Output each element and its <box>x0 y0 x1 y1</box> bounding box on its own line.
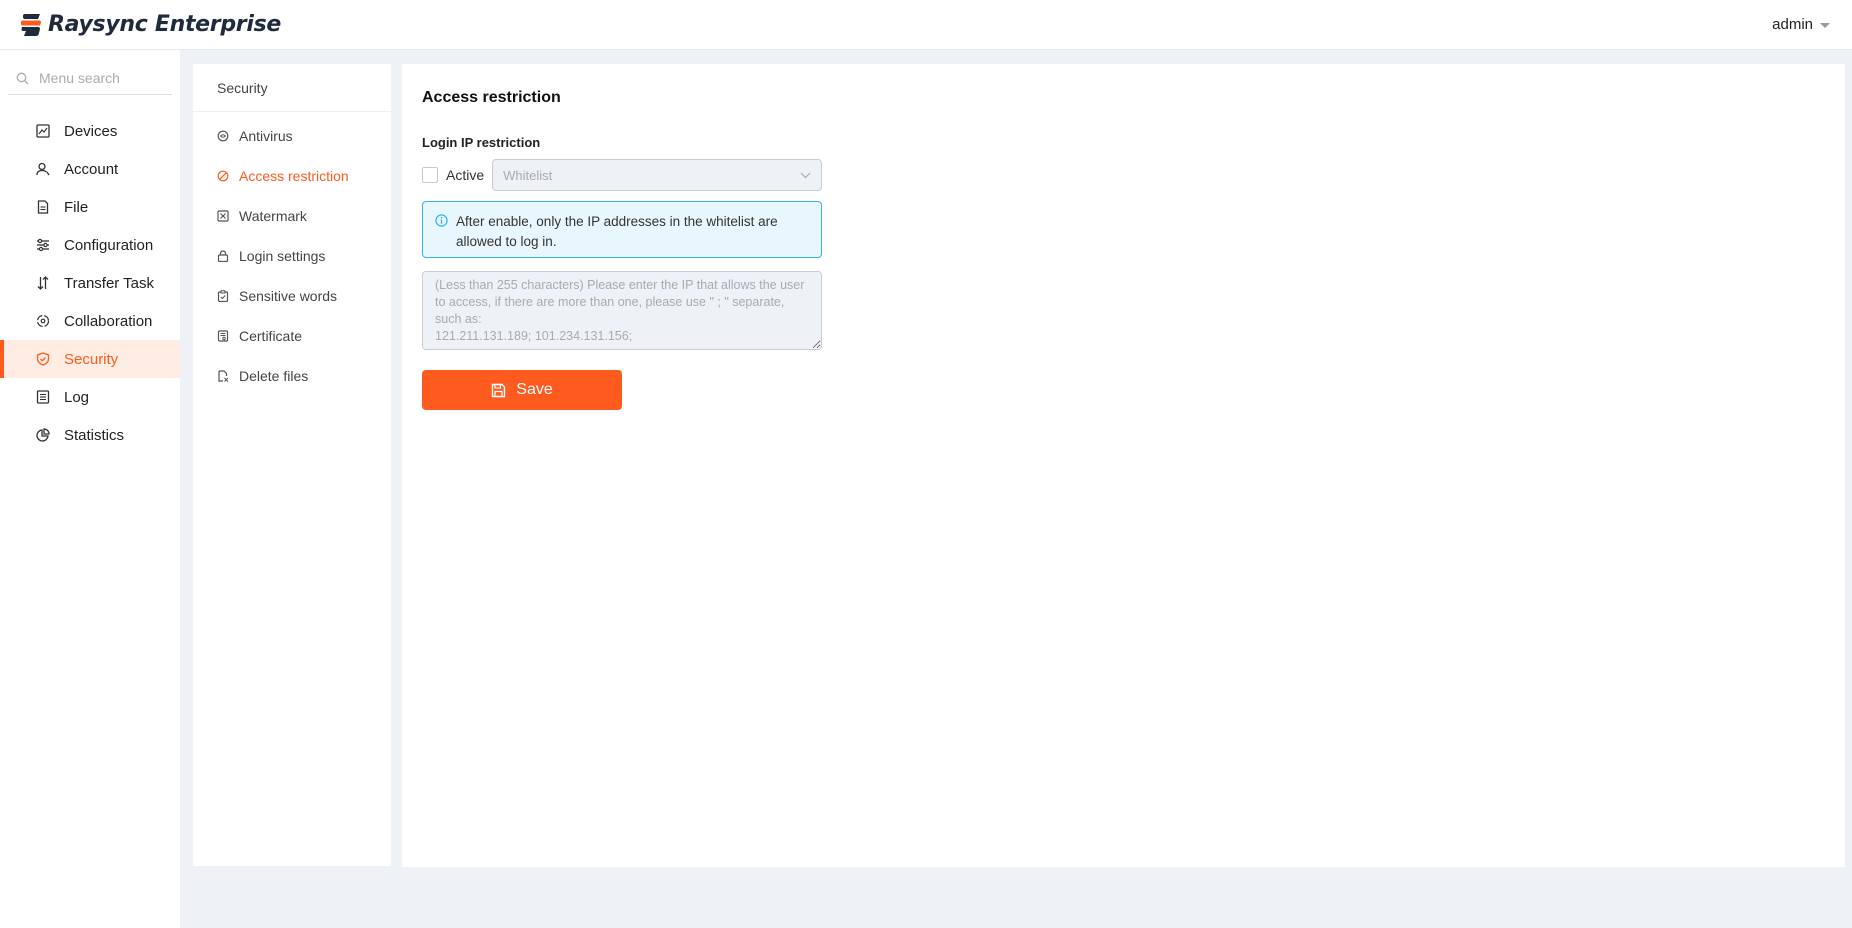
menu-search[interactable] <box>8 62 172 95</box>
main-content: Access restriction Login IP restriction … <box>402 64 1845 867</box>
sidebar-item-transfer-task[interactable]: Transfer Task <box>0 264 180 302</box>
active-row: Active Whitelist <box>422 159 823 191</box>
select-value: Whitelist <box>503 167 553 183</box>
submenu-item-label: Access restriction <box>239 168 349 184</box>
alert-text: After enable, only the IP addresses in t… <box>456 214 778 249</box>
sidebar-item-label: Collaboration <box>64 312 153 330</box>
list-type-select[interactable]: Whitelist <box>492 159 823 191</box>
delete-files-icon <box>218 370 229 382</box>
submenu-item-label: Watermark <box>239 208 307 224</box>
security-submenu: Security Antivirus Access restriction Wa… <box>193 64 391 866</box>
configuration-icon <box>37 238 49 252</box>
submenu-item-label: Antivirus <box>239 128 293 144</box>
collaboration-icon <box>36 314 50 328</box>
main-nav: Devices Account File Configuration Trans… <box>0 112 180 454</box>
sidebar-item-label: Security <box>64 350 119 368</box>
brand-name: Raysync Enterprise <box>48 12 281 37</box>
sidebar-item-label: File <box>64 198 89 216</box>
sidebar-item-log[interactable]: Log <box>0 378 180 416</box>
submenu-title: Security <box>193 64 391 112</box>
submenu-item-label: Delete files <box>239 368 309 384</box>
menu-search-input[interactable] <box>39 70 159 86</box>
sidebar-item-collaboration[interactable]: Collaboration <box>0 302 180 340</box>
brand-logo[interactable]: Raysync Enterprise <box>19 12 281 37</box>
sidebar-item-account[interactable]: Account <box>0 150 180 188</box>
save-button-label: Save <box>516 381 553 398</box>
section-label: Login IP restriction <box>422 135 541 150</box>
submenu-item-certificate[interactable]: Certificate <box>193 316 391 356</box>
sidebar-item-label: Transfer Task <box>64 274 155 292</box>
submenu-item-access-restriction[interactable]: Access restriction <box>193 156 391 196</box>
page-title: Access restriction <box>422 89 561 106</box>
sidebar-item-security[interactable]: Security <box>0 340 180 378</box>
search-icon <box>16 72 29 84</box>
submenu-item-sensitive-words[interactable]: Sensitive words <box>193 276 391 316</box>
submenu-item-label: Certificate <box>239 328 303 344</box>
sidebar-item-label: Devices <box>64 122 118 140</box>
submenu-item-label: Login settings <box>239 248 326 264</box>
devices-icon <box>36 124 50 138</box>
top-header: Raysync Enterprise admin <box>0 0 1852 50</box>
sidebar-item-file[interactable]: File <box>0 188 180 226</box>
sidebar-item-devices[interactable]: Devices <box>0 112 180 150</box>
save-button[interactable]: Save <box>422 370 622 410</box>
sidebar-item-label: Account <box>64 160 119 178</box>
sidebar-item-label: Statistics <box>64 426 125 444</box>
certificate-icon <box>217 330 229 342</box>
sidebar-item-label: Log <box>64 388 90 406</box>
chevron-down-icon <box>1820 22 1830 28</box>
statistics-icon <box>36 428 50 442</box>
file-icon <box>37 200 49 214</box>
lock-icon <box>217 250 229 262</box>
ip-whitelist-textarea[interactable] <box>422 271 822 350</box>
submenu-list: Antivirus Access restriction Watermark L… <box>193 112 391 396</box>
save-icon <box>492 383 506 397</box>
antivirus-icon <box>217 130 229 142</box>
transfer-task-icon <box>37 276 49 290</box>
submenu-item-label: Sensitive words <box>239 288 338 304</box>
chevron-down-icon <box>800 172 811 178</box>
active-checkbox[interactable] <box>422 167 438 183</box>
log-icon <box>36 390 50 404</box>
watermark-icon <box>217 210 229 222</box>
main-sidebar: Devices Account File Configuration Trans… <box>0 50 180 928</box>
shield-icon <box>36 352 50 366</box>
submenu-item-delete-files[interactable]: Delete files <box>193 356 391 396</box>
username: admin <box>1772 16 1813 33</box>
user-menu[interactable]: admin <box>1772 16 1830 33</box>
submenu-item-login-settings[interactable]: Login settings <box>193 236 391 276</box>
info-alert: After enable, only the IP addresses in t… <box>422 201 822 258</box>
sidebar-item-statistics[interactable]: Statistics <box>0 416 180 454</box>
access-restriction-icon <box>217 170 229 182</box>
account-icon <box>36 162 50 176</box>
sidebar-item-label: Configuration <box>64 236 154 254</box>
raysync-logo-icon <box>21 13 41 36</box>
sidebar-item-configuration[interactable]: Configuration <box>0 226 180 264</box>
info-icon <box>435 214 448 227</box>
submenu-item-antivirus[interactable]: Antivirus <box>193 116 391 156</box>
clipboard-icon <box>217 290 229 302</box>
active-checkbox-label[interactable]: Active <box>446 167 484 183</box>
submenu-item-watermark[interactable]: Watermark <box>193 196 391 236</box>
